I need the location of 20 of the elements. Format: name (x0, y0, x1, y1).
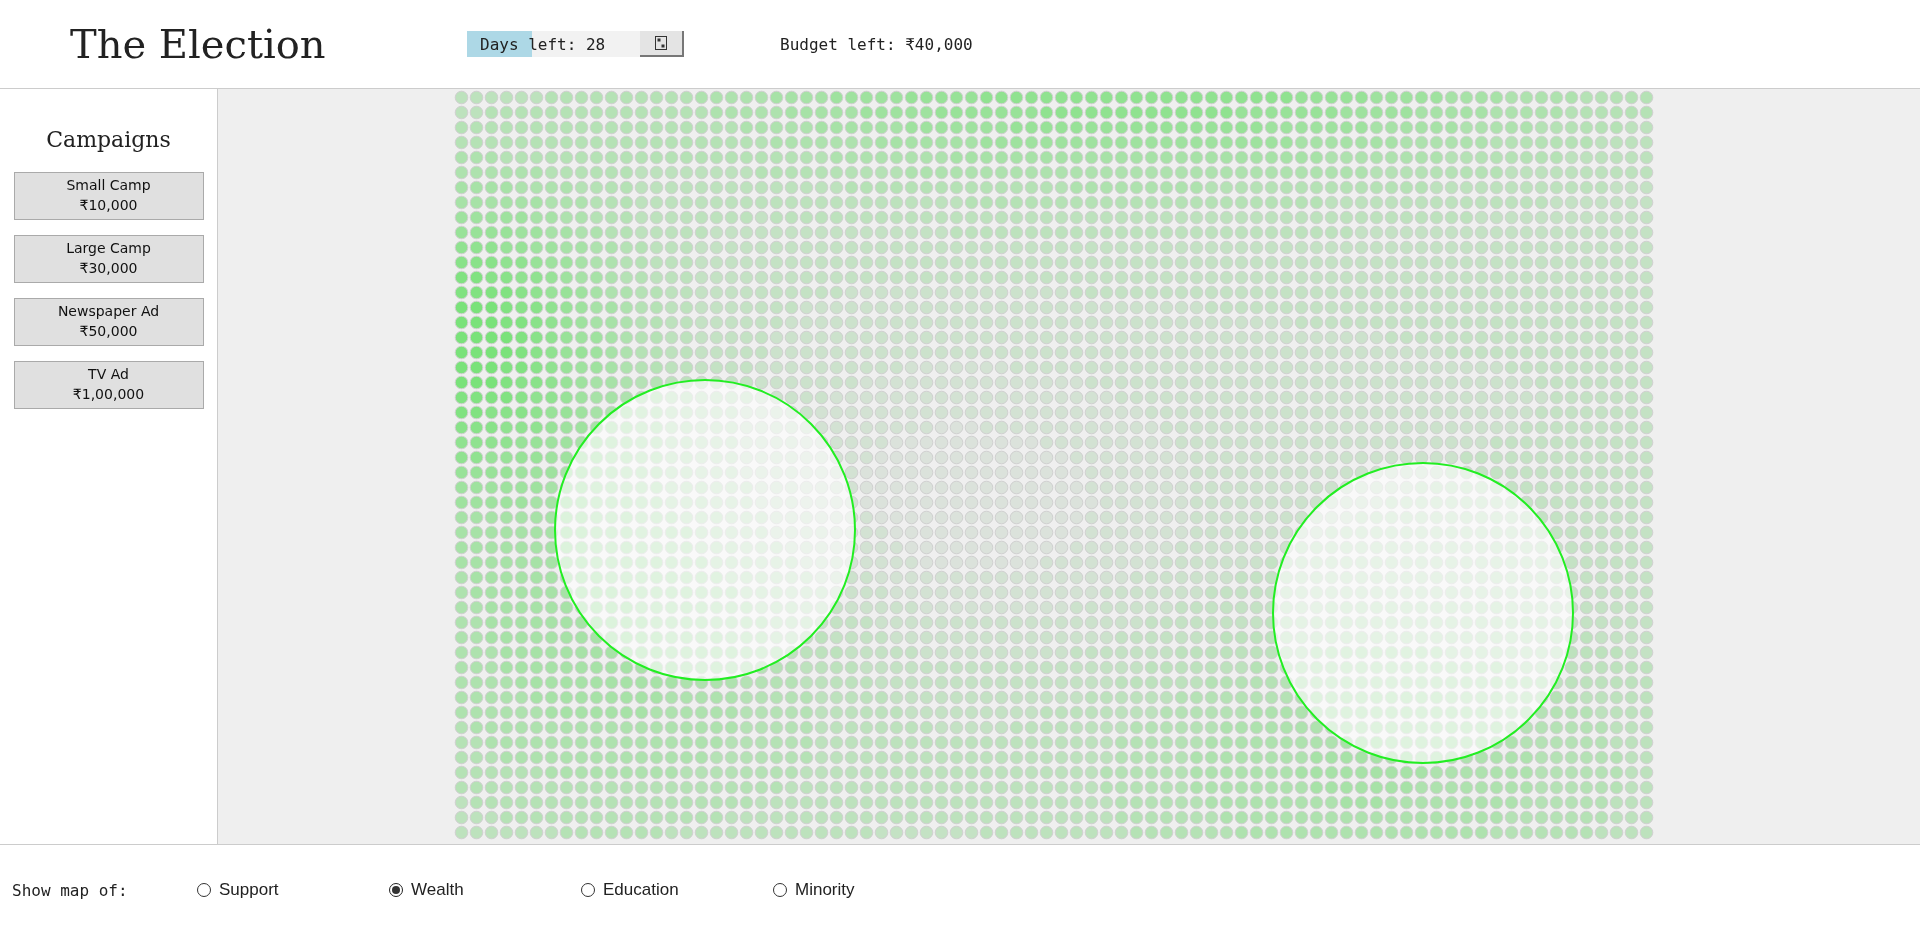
radio-label[interactable]: Education (603, 880, 679, 900)
budget-label: Budget left: ₹40,000 (780, 34, 973, 54)
radio-label[interactable]: Minority (795, 880, 855, 900)
campaign-button[interactable]: Small Camp ₹10,000 (13, 172, 204, 220)
campaign-button[interactable]: TV Ad ₹1,00,000 (13, 361, 204, 409)
radio-button[interactable] (389, 883, 403, 897)
days-left-label: Days left: 28 (480, 34, 606, 54)
radio-button[interactable] (581, 883, 595, 897)
map-selector-label: Show map of: (12, 880, 129, 900)
radio-dot (392, 886, 400, 894)
app-title: The Election (70, 21, 327, 67)
radio-label[interactable]: Support (219, 880, 279, 900)
missing-glyph-icon (655, 36, 667, 50)
campaign-button[interactable]: Large Camp ₹30,000 (13, 235, 204, 283)
campaign-button[interactable]: Newspaper Ad ₹50,000 (13, 298, 204, 346)
radio-button[interactable] (773, 883, 787, 897)
radio-label[interactable]: Wealth (411, 880, 464, 900)
sidebar-title: Campaigns (46, 127, 171, 152)
radio-button[interactable] (197, 883, 211, 897)
pause-button[interactable] (640, 31, 684, 57)
